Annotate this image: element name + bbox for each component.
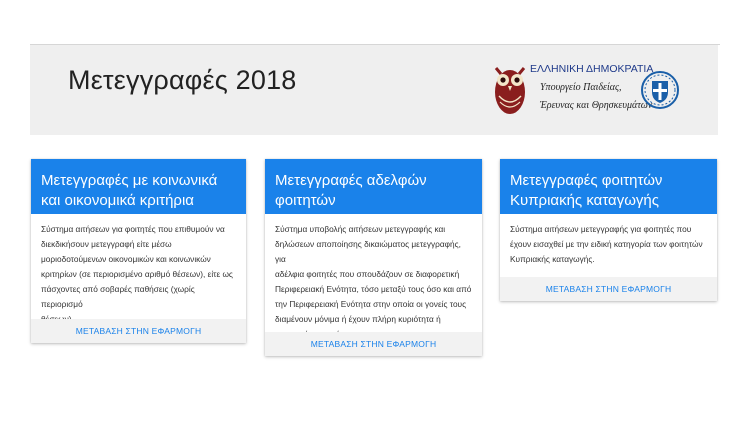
description-line: Κυπριακής καταγωγής.: [510, 254, 595, 264]
description-line: δηλώσεων αποποίησης δικαιώματος μετεγγρα…: [275, 239, 461, 264]
card-title-line: Μετεγγραφές φοιτητών: [510, 172, 663, 189]
description-line: πάσχοντες από σοβαρές παθήσεις (χωρίς πε…: [41, 284, 195, 309]
card-cypriot-origin: Μετεγγραφές φοιτητών Κυπριακής καταγωγής…: [500, 159, 717, 301]
page-header: Μετεγγραφές 2018 ΕΛΛΗΝΙΚΗ ΔΗΜΟΚΡΑΤΙΑ Υπο…: [30, 45, 718, 135]
description-line: αδέλφια φοιτητές που σπουδάζουν σε διαφο…: [275, 269, 460, 279]
card-siblings: Μετεγγραφές αδελφών φοιτητών Σύστημα υπο…: [265, 159, 482, 356]
card-description: Σύστημα αιτήσεων για φοιτητές που επιθυμ…: [31, 214, 246, 327]
card-title-line: Μετεγγραφές αδελφών: [275, 172, 427, 189]
card-social-criteria: Μετεγγραφές με κοινωνικά και οικονομικά …: [31, 159, 246, 343]
description-line: Σύστημα αιτήσεων για φοιτητές που επιθυμ…: [41, 224, 225, 234]
card-title-line: φοιτητών: [275, 192, 336, 209]
description-line: την Περιφερειακή Ενότητα στην οποία οι γ…: [275, 299, 467, 309]
owl-icon: [494, 67, 526, 114]
description-line: έχουν εισαχθεί με την ειδική κατηγορία τ…: [510, 239, 703, 249]
description-line: Περιφερειακή Ενότητα, τόσο μεταξύ τους ό…: [275, 284, 472, 294]
description-line: διεκδικήσουν μετεγγραφή είτε μέσω: [41, 239, 172, 249]
card-title-line: Κυπριακής καταγωγής: [510, 192, 659, 209]
card-title-line: και οικονομικά κριτήρια: [41, 192, 194, 209]
go-to-application-link[interactable]: ΜΕΤΑΒΑΣΗ ΣΤΗΝ ΕΦΑΡΜΟΓΗ: [500, 277, 717, 301]
description-line: διαμένουν μόνιμα ή έχουν πλήρη κυριότητα…: [275, 314, 441, 324]
card-title: Μετεγγραφές αδελφών φοιτητών: [265, 159, 482, 214]
card-title: Μετεγγραφές με κοινωνικά και οικονομικά …: [31, 159, 246, 214]
logo-line-2: Υπουργείο Παιδείας,: [540, 82, 622, 93]
greek-emblem-icon: [641, 71, 679, 109]
card-title-line: Μετεγγραφές με κοινωνικά: [41, 172, 218, 189]
page-title: Μετεγγραφές 2018: [68, 65, 297, 95]
card-description: Σύστημα υποβολής αιτήσεων μετεγγραφής κα…: [265, 214, 482, 342]
description-line: Σύστημα αιτήσεων μετεγγραφής για φοιτητέ…: [510, 224, 692, 234]
description-line: κριτηρίων (σε περιορισμένο αριθμό θέσεων…: [41, 269, 233, 279]
card-title: Μετεγγραφές φοιτητών Κυπριακής καταγωγής: [500, 159, 717, 214]
logo-line-3: Έρευνας και Θρησκευμάτων: [540, 100, 653, 111]
card-description: Σύστημα αιτήσεων μετεγγραφής για φοιτητέ…: [500, 214, 717, 267]
go-to-application-link[interactable]: ΜΕΤΑΒΑΣΗ ΣΤΗΝ ΕΦΑΡΜΟΓΗ: [31, 319, 246, 343]
logo-line-1: ΕΛΛΗΝΙΚΗ ΔΗΜΟΚΡΑΤΙΑ: [530, 63, 654, 75]
go-to-application-link[interactable]: ΜΕΤΑΒΑΣΗ ΣΤΗΝ ΕΦΑΡΜΟΓΗ: [265, 332, 482, 356]
ministry-logo[interactable]: ΕΛΛΗΝΙΚΗ ΔΗΜΟΚΡΑΤΙΑ Υπουργείο Παιδείας, …: [490, 60, 690, 120]
description-line: μοριοδοτούμενων οικονομικών και κοινωνικ…: [41, 254, 211, 264]
description-line: Σύστημα υποβολής αιτήσεων μετεγγραφής κα…: [275, 224, 446, 234]
